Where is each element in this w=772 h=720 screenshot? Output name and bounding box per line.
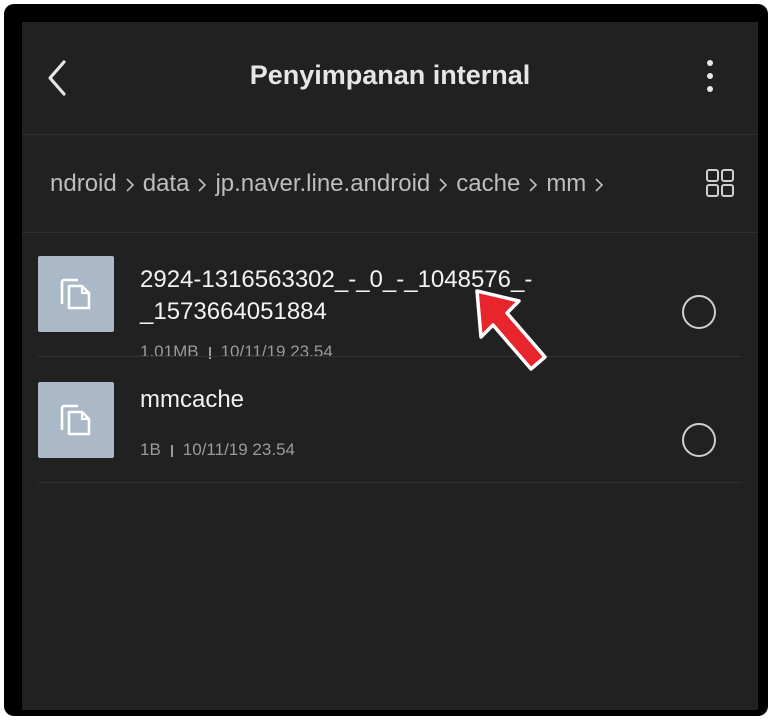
divider xyxy=(22,134,758,135)
row-divider xyxy=(38,482,742,483)
chevron-right-icon xyxy=(126,178,134,192)
file-meta: 1B 10/11/19 23.54 xyxy=(140,440,295,460)
breadcrumb-item[interactable]: data xyxy=(143,170,190,198)
file-thumbnail xyxy=(38,382,114,458)
chevron-right-icon xyxy=(529,178,538,192)
file-size: 1B xyxy=(140,440,161,459)
page-title: Penyimpanan internal xyxy=(249,60,531,90)
breadcrumb-item[interactable]: mm xyxy=(546,170,586,198)
file-row[interactable]: mmcache 1B 10/11/19 23.54 xyxy=(22,372,758,482)
file-thumbnail xyxy=(38,256,114,332)
file-size: 1.01MB xyxy=(140,342,199,361)
grid-view-icon xyxy=(706,169,734,197)
file-name: mmcache xyxy=(140,384,244,416)
row-divider xyxy=(38,356,742,357)
file-meta: 1.01MB 10/11/19 23.54 xyxy=(140,342,333,362)
file-name-line: mmcache xyxy=(140,386,245,413)
more-vertical-icon xyxy=(707,60,713,92)
meta-separator xyxy=(170,444,173,457)
file-copy-icon xyxy=(60,278,91,310)
select-radio[interactable] xyxy=(682,423,716,457)
breadcrumb-item[interactable]: ndroid xyxy=(50,170,117,198)
breadcrumb-item[interactable]: cache xyxy=(456,170,520,198)
app-bar: Penyimpanan internal xyxy=(22,22,758,134)
file-date: 10/11/19 23.54 xyxy=(220,342,333,361)
chevron-right-icon xyxy=(198,178,207,192)
divider xyxy=(22,232,758,233)
annotation-arrow-icon xyxy=(475,289,547,371)
breadcrumb: ndroid data jp.naver.line.android cache mm xyxy=(50,170,612,198)
select-radio[interactable] xyxy=(682,295,716,329)
chevron-right-icon xyxy=(595,178,604,192)
chevron-right-icon xyxy=(439,178,448,192)
view-toggle-button[interactable] xyxy=(705,168,735,198)
more-options-button[interactable] xyxy=(698,56,722,96)
file-date: 10/11/19 23.54 xyxy=(182,440,295,459)
breadcrumb-item[interactable]: jp.naver.line.android xyxy=(215,170,430,198)
file-copy-icon xyxy=(60,404,91,436)
file-manager-screen: Penyimpanan internal ndroid data jp.naver.… xyxy=(22,22,758,710)
device-frame: Penyimpanan internal ndroid data jp.naver.… xyxy=(4,4,768,716)
file-row[interactable]: 2924-1316563302_-_0_-_1048576_- _1573664… xyxy=(22,244,758,361)
